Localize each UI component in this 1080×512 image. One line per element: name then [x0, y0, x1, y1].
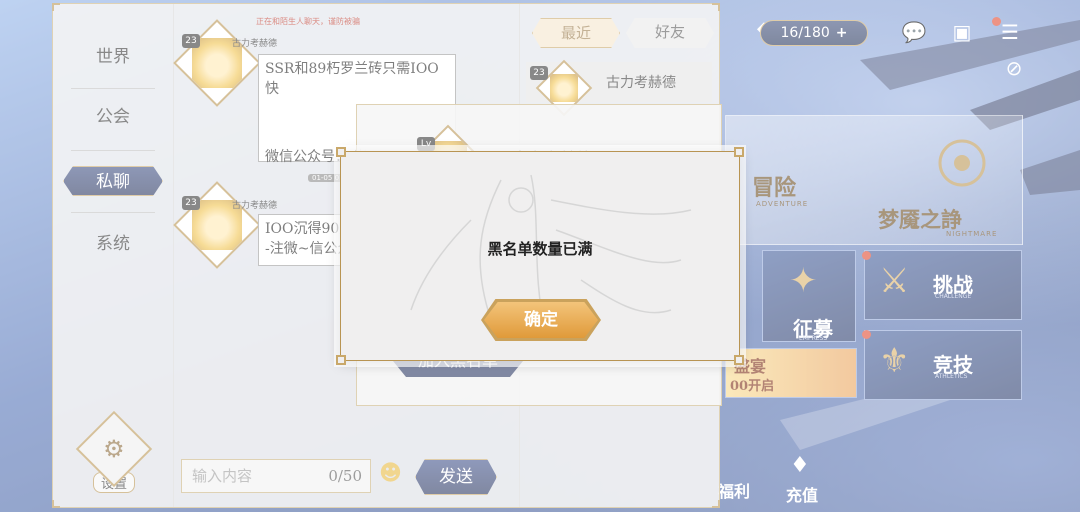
dialog-corner — [336, 147, 346, 157]
dialog-corner — [734, 355, 744, 365]
dialog-message: 黑名单数量已满 — [487, 240, 593, 258]
confirm-button[interactable]: 确定 — [484, 302, 598, 338]
alert-dialog: 黑名单数量已满 确定 — [336, 147, 744, 365]
dialog-corner — [336, 355, 346, 365]
dialog-corner — [734, 147, 744, 157]
